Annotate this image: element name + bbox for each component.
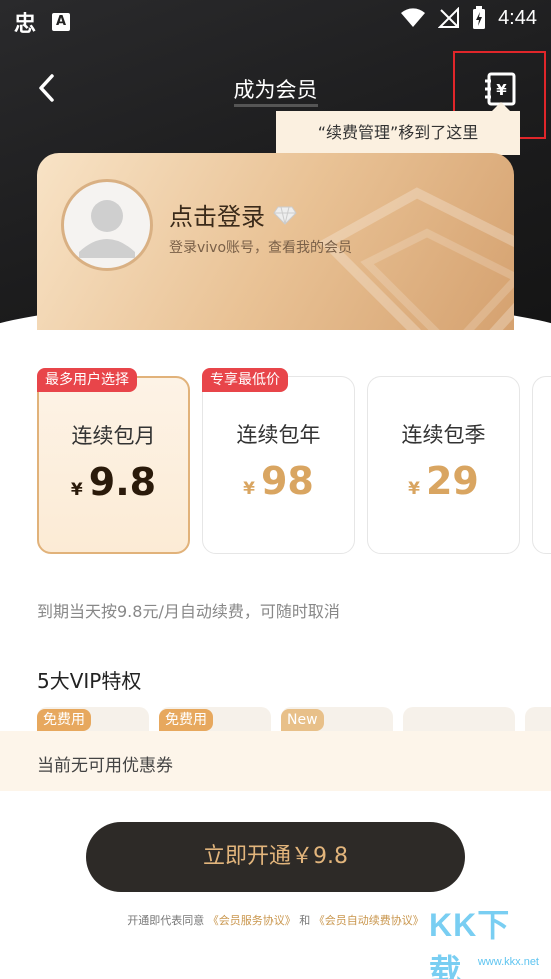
login-title[interactable]: 点击登录 <box>169 197 297 232</box>
card-decoration <box>318 187 514 353</box>
privilege-tag: 免费用 <box>37 709 91 731</box>
plan-card-monthly[interactable]: 连续包月 ¥9.8 <box>37 376 190 554</box>
wifi-icon <box>401 8 426 27</box>
vip-privileges-title: 5大VIP特权 <box>37 669 142 693</box>
auto-renew-note: 到期当天按9.8元/月自动续费，可随时取消 <box>37 602 340 621</box>
service-agreement-link[interactable]: 《会员服务协议》 <box>208 914 296 927</box>
privilege-card[interactable]: 免费用 <box>37 707 149 731</box>
user-placeholder-icon <box>79 200 135 258</box>
plan-name: 连续包月 <box>71 424 156 448</box>
member-card[interactable]: 点击登录 登录vivo账号，查看我的会员 <box>37 153 514 353</box>
privilege-tag: 免费用 <box>159 709 213 731</box>
plan-tag: 最多用户选择 <box>37 368 137 392</box>
plan-card-yearly[interactable]: 连续包年 ¥98 <box>202 376 355 554</box>
watermark-logo: KK下载 www.kkx.net <box>429 900 539 979</box>
watermark-url: www.kkx.net <box>477 956 539 968</box>
plan-price: ¥9.8 <box>70 460 157 504</box>
login-subtitle: 登录vivo账号，查看我的会员 <box>169 240 353 256</box>
plan-price: ¥98 <box>243 459 314 503</box>
renewal-tooltip: “续费管理”移到了这里 <box>276 111 520 155</box>
plan-tag: 专享最低价 <box>202 368 288 392</box>
notification-app-icon: 忠 <box>14 12 37 37</box>
plan-price: ¥29 <box>408 459 479 503</box>
auto-renew-agreement-link[interactable]: 《会员自动续费协议》 <box>314 914 424 927</box>
diamond-icon <box>273 206 297 225</box>
privilege-card[interactable]: 免费用 <box>159 707 271 731</box>
coupon-text: 当前无可用优惠券 <box>37 756 173 776</box>
no-signal-icon <box>438 7 460 28</box>
battery-charging-icon <box>473 6 486 29</box>
plan-card-partial[interactable] <box>532 376 551 554</box>
subscribe-button[interactable]: 立即开通￥9.8 <box>86 822 465 892</box>
privilege-list: 免费用 免费用 New <box>0 707 551 731</box>
privilege-card[interactable]: New <box>281 707 393 731</box>
privilege-card[interactable] <box>525 707 551 731</box>
plan-list: 连续包月 ¥9.8 最多用户选择 连续包年 ¥98 专享最低价 连续包季 ¥29 <box>0 368 551 558</box>
status-time: 4:44 <box>498 6 537 29</box>
privilege-tag: New <box>281 709 324 731</box>
plan-name: 连续包季 <box>401 423 486 447</box>
tooltip-arrow <box>492 102 510 111</box>
status-bar: 忠 A 4:44 <box>0 0 551 38</box>
coupon-bar[interactable]: 当前无可用优惠券 <box>0 731 551 791</box>
privilege-card[interactable] <box>403 707 515 731</box>
plan-card-quarterly[interactable]: 连续包季 ¥29 <box>367 376 520 554</box>
avatar[interactable] <box>61 179 153 271</box>
notification-a-icon: A <box>52 13 71 31</box>
plan-name: 连续包年 <box>236 423 321 447</box>
